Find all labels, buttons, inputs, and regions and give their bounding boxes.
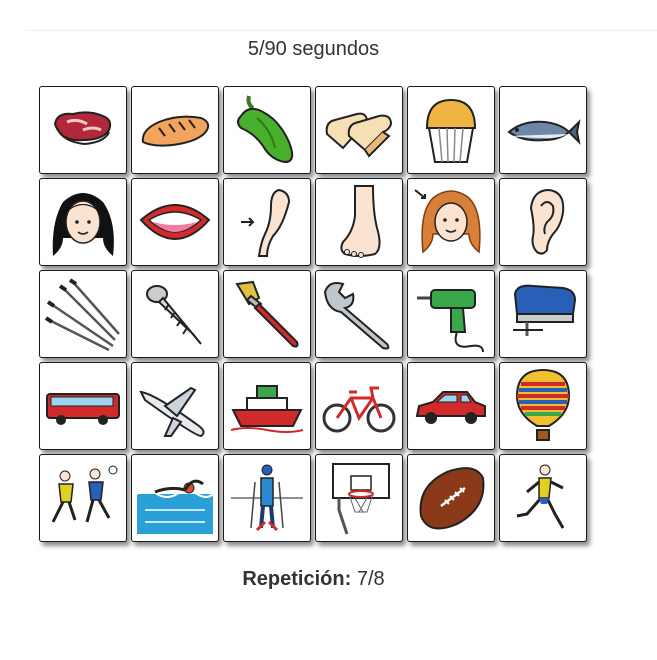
drill-icon (417, 289, 484, 353)
card-nails[interactable] (39, 270, 127, 358)
face-icon (414, 189, 481, 254)
handball-icon (51, 465, 118, 523)
card-bus[interactable] (39, 362, 127, 450)
card-swimmer[interactable] (131, 454, 219, 542)
top-divider (25, 30, 657, 31)
skier-icon (231, 464, 303, 532)
card-balloon[interactable] (499, 362, 587, 450)
card-pepper[interactable] (223, 86, 311, 174)
card-handball[interactable] (39, 454, 127, 542)
card-mouth[interactable] (131, 178, 219, 266)
card-muffin[interactable] (407, 86, 495, 174)
card-grid (39, 86, 587, 542)
ear-icon (529, 188, 565, 255)
repetition-counter: Repetición: 7/8 (0, 568, 627, 591)
hot-air-balloon-icon (515, 368, 571, 441)
card-meat[interactable] (39, 86, 127, 174)
card-wrench[interactable] (315, 270, 403, 358)
card-fish[interactable] (499, 86, 587, 174)
timer-text: 5/90 segundos (247, 38, 380, 60)
hair-icon (52, 193, 114, 256)
card-drill[interactable] (407, 270, 495, 358)
airplane-icon (139, 386, 205, 438)
card-airplane[interactable] (131, 362, 219, 450)
bread-loaf-icon (141, 115, 210, 147)
bus-icon (46, 393, 120, 425)
card-basketball-hoop[interactable] (315, 454, 403, 542)
repetition-value: 7/8 (356, 568, 385, 590)
swimmer-icon (136, 479, 214, 534)
foot-icon (340, 185, 381, 258)
card-ear[interactable] (499, 178, 587, 266)
card-arm[interactable] (223, 178, 311, 266)
card-foot[interactable] (315, 178, 403, 266)
card-ship[interactable] (223, 362, 311, 450)
car-icon (415, 391, 486, 424)
mouth-icon (139, 204, 211, 240)
card-face[interactable] (407, 178, 495, 266)
card-jigsaw[interactable] (499, 270, 587, 358)
card-bread[interactable] (131, 86, 219, 174)
football-icon (419, 467, 485, 530)
sliced-bread-icon (325, 112, 393, 158)
runner-icon (516, 464, 565, 529)
bicycle-icon (322, 386, 396, 433)
repetition-label: Repetición: (242, 568, 352, 590)
nails-icon (44, 278, 120, 352)
meat-steak-icon (53, 111, 112, 146)
card-sliced-bread[interactable] (315, 86, 403, 174)
wrench-icon (323, 282, 390, 350)
muffin-icon (425, 98, 477, 163)
ship-icon (230, 385, 304, 433)
card-hair[interactable] (39, 178, 127, 266)
paintbrush-icon (235, 280, 299, 348)
screw-icon (146, 285, 202, 345)
card-paintbrush[interactable] (223, 270, 311, 358)
card-car[interactable] (407, 362, 495, 450)
card-football[interactable] (407, 454, 495, 542)
card-screw[interactable] (131, 270, 219, 358)
green-pepper-icon (237, 95, 294, 164)
card-skier[interactable] (223, 454, 311, 542)
basketball-hoop-icon (332, 463, 390, 535)
jigsaw-icon (513, 284, 577, 336)
arm-icon (241, 188, 291, 257)
tuna-fish-icon (507, 118, 581, 146)
card-bicycle[interactable] (315, 362, 403, 450)
card-runner[interactable] (499, 454, 587, 542)
